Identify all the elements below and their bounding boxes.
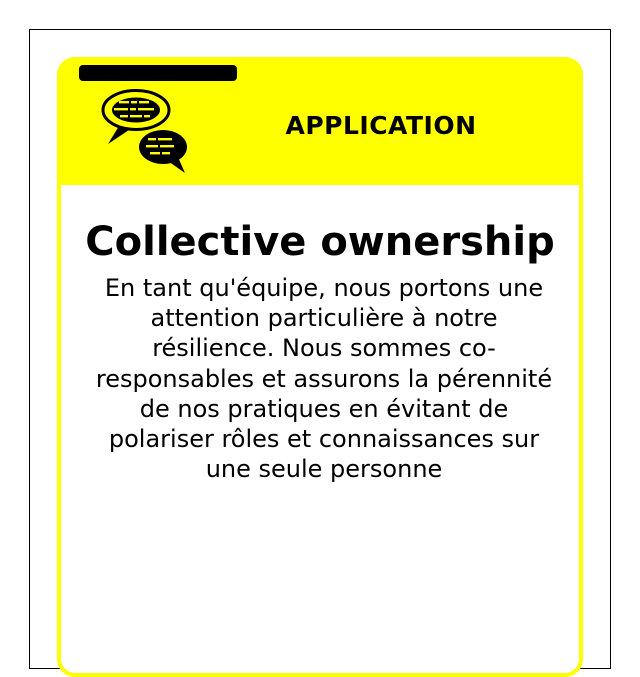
header-bar (79, 65, 237, 81)
card-description: En tant qu'équipe, nous portons une atte… (95, 274, 553, 484)
practice-card: APPLICATION Collective ownership En tant… (57, 57, 583, 677)
card-category: APPLICATION (285, 111, 477, 140)
card-title: Collective ownership (85, 219, 555, 265)
chat-bubbles-icon (101, 89, 187, 173)
card-header: APPLICATION (61, 61, 579, 185)
chat-bubble-right-icon (139, 130, 187, 173)
